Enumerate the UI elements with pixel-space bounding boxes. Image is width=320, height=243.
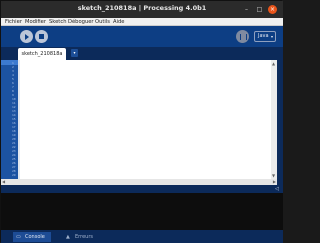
scroll-down-icon[interactable]: ▼ <box>272 173 275 178</box>
console-tab-label: Console <box>25 234 45 240</box>
editor-right-margin <box>277 60 283 185</box>
collapse-console-icon[interactable]: ◁ <box>275 185 279 193</box>
minimize-button[interactable]: – <box>242 5 251 14</box>
debugger-icon[interactable] <box>236 30 249 43</box>
toolbar: Java ▾ <box>1 26 283 47</box>
menu-sketch[interactable]: Sketch <box>49 18 66 26</box>
mode-selector[interactable]: Java ▾ <box>254 31 276 42</box>
status-bar: ◁ <box>1 185 283 193</box>
tab-bar: sketch_210818a ▾ <box>1 47 283 60</box>
console-tab-bar: ▭ Console ▲ Erreurs <box>1 230 283 243</box>
line-number: 29 <box>12 173 16 177</box>
title-bar[interactable]: sketch_210818a | Processing 4.0b1 – □ × <box>1 1 283 18</box>
line-number-gutter: 1 2 3 4 5 6 7 8 9 10 11 12 13 14 15 16 17 18 19 20 21 22 23 24 2… <box>1 60 20 179</box>
maximize-button[interactable]: □ <box>255 5 264 14</box>
menu-modifier[interactable]: Modifier <box>25 18 46 26</box>
menu-bar: Fichier Modifier Sketch Déboguer Outils … <box>1 18 283 26</box>
window-title: sketch_210818a | Processing 4.0b1 <box>77 4 207 12</box>
errors-tab-label: Erreurs <box>75 234 93 240</box>
chevron-down-icon: ▾ <box>270 34 273 39</box>
tab-sketch[interactable]: sketch_210818a <box>18 48 66 60</box>
console-output[interactable] <box>1 193 283 230</box>
errors-tab[interactable]: ▲ Erreurs <box>63 232 101 242</box>
menu-deboguer[interactable]: Déboguer <box>68 18 94 26</box>
console-tab[interactable]: ▭ Console <box>13 232 51 242</box>
tab-menu-icon[interactable]: ▾ <box>71 49 78 57</box>
code-editor: 1 2 3 4 5 6 7 8 9 10 11 12 13 14 15 16 17 18 19 20 21 22 23 24 2… <box>1 60 277 179</box>
run-button[interactable] <box>20 30 33 43</box>
close-button[interactable]: × <box>268 5 277 14</box>
menu-outils[interactable]: Outils <box>95 18 110 26</box>
stop-button[interactable] <box>35 30 48 43</box>
processing-window: sketch_210818a | Processing 4.0b1 – □ × … <box>0 0 283 243</box>
scroll-up-icon[interactable]: ▲ <box>272 61 275 66</box>
console-icon: ▭ <box>16 234 21 240</box>
menu-fichier[interactable]: Fichier <box>5 18 22 26</box>
warning-icon: ▲ <box>66 234 70 240</box>
mode-label: Java <box>258 33 269 39</box>
code-text-area[interactable] <box>22 64 268 175</box>
menu-aide[interactable]: Aide <box>113 18 124 26</box>
